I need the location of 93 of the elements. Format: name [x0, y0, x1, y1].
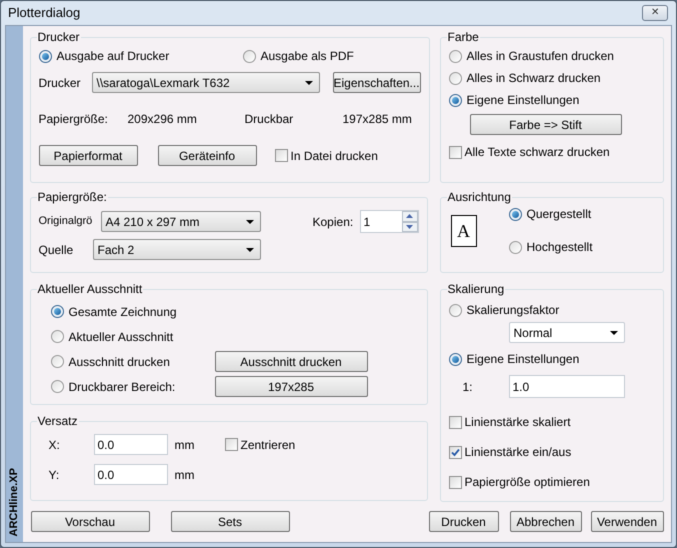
caret-icon — [304, 80, 312, 84]
radio-button[interactable] — [448, 72, 462, 84]
dropdown-value: \\saratoga\Lexmark T632 — [96, 74, 231, 92]
group-title: Drucker — [36, 29, 81, 46]
push-button[interactable]: 197x285 — [214, 376, 368, 397]
radio-button[interactable] — [50, 355, 64, 368]
checkbox-label: Linienstärke ein/aus — [464, 444, 572, 461]
radio-label: Ausgabe als PDF — [260, 48, 354, 65]
push-button[interactable]: Geräteinfo — [158, 145, 256, 166]
push-button[interactable]: Ausschnitt drucken — [214, 351, 368, 372]
push-button[interactable]: Eigenschaften... — [332, 72, 420, 93]
label: X: — [48, 436, 61, 454]
check-icon — [450, 448, 460, 456]
close-button[interactable]: ✕ — [642, 5, 668, 21]
radio-label: Aktueller Ausschnitt — [68, 328, 174, 346]
radio-label: Eigene Einstellungen — [466, 351, 580, 368]
label: 1: — [462, 378, 474, 396]
checkbox-label: Papiergröße optimieren — [464, 474, 590, 491]
dropdown[interactable]: Normal — [508, 322, 624, 343]
radio-label: Alles in Graustufen drucken — [466, 48, 614, 65]
number-spinner[interactable]: 1 — [360, 210, 418, 233]
checkbox-label: Alle Texte schwarz drucken — [464, 144, 610, 161]
radio-button[interactable] — [508, 240, 522, 254]
dropdown-value: Normal — [514, 324, 554, 342]
dropdown[interactable]: \\saratoga\Lexmark T632 — [92, 72, 320, 93]
spin-down-icon[interactable] — [402, 222, 418, 232]
radio-button[interactable] — [242, 50, 256, 62]
radio-label: Gesamte Zeichnung — [68, 304, 177, 320]
push-button[interactable]: Drucken — [428, 511, 498, 532]
label: Druckbar — [244, 111, 294, 128]
checkbox[interactable] — [448, 476, 462, 488]
radio-button[interactable] — [508, 208, 522, 220]
input-field[interactable]: 1.0 — [508, 375, 624, 398]
radio-label: Ausgabe auf Drucker — [56, 48, 170, 65]
label: 209x296 mm — [128, 111, 198, 128]
label: Papiergröße: — [38, 111, 109, 128]
group-title: Versatz — [36, 413, 79, 430]
push-button[interactable]: Sets — [170, 511, 290, 532]
caret-icon — [610, 330, 618, 334]
checkbox[interactable] — [224, 438, 238, 451]
radio-button[interactable] — [38, 50, 52, 62]
checkbox-label: In Datei drucken — [290, 148, 378, 164]
checkbox[interactable] — [448, 146, 462, 158]
label: mm — [174, 466, 196, 484]
radio-label: Eigene Einstellungen — [466, 92, 580, 109]
checkbox[interactable] — [448, 416, 462, 428]
window-title: Plotterdialog — [8, 4, 80, 22]
checkbox-label: Linienstärke skaliert — [464, 414, 571, 431]
push-button[interactable]: Verwenden — [590, 511, 664, 532]
label: Originalgrö — [38, 214, 94, 230]
radio-button[interactable] — [50, 330, 64, 343]
radio-label: Hochgestellt — [526, 239, 593, 256]
dropdown-value: A4 210 x 297 mm — [106, 214, 201, 230]
radio-button[interactable] — [50, 380, 64, 393]
checkbox-label: Zentrieren — [240, 436, 296, 454]
group-title: Ausrichtung — [446, 189, 512, 206]
radio-label: Ausschnitt drucken — [68, 354, 170, 370]
radio-button[interactable] — [448, 304, 462, 316]
caret-icon — [246, 248, 254, 252]
label: mm — [174, 436, 196, 454]
dropdown[interactable]: A4 210 x 297 mm — [100, 211, 260, 232]
dropdown-value: Fach 2 — [98, 242, 136, 258]
push-button[interactable]: Vorschau — [30, 511, 150, 532]
label: Quelle — [38, 242, 74, 258]
caret-icon — [246, 220, 254, 224]
radio-button[interactable] — [448, 352, 462, 366]
push-button[interactable]: Papierformat — [38, 145, 138, 166]
banner-text: ARCHline.XP — [7, 468, 21, 536]
input-field[interactable]: 0.0 — [94, 434, 168, 455]
group-title: Farbe — [446, 29, 480, 46]
label: Y: — [48, 466, 60, 484]
radio-label: Alles in Schwarz drucken — [466, 70, 601, 87]
label: Kopien: — [312, 214, 354, 230]
input-field[interactable]: 0.0 — [94, 464, 168, 485]
radio-button[interactable] — [50, 305, 64, 318]
radio-label: Skalierungsfaktor — [466, 302, 560, 319]
checkbox[interactable] — [448, 446, 462, 458]
spinner-value: 1 — [364, 214, 372, 230]
group-title: Skalierung — [446, 281, 506, 298]
spin-up-icon[interactable] — [402, 211, 418, 222]
radio-button[interactable] — [448, 94, 462, 106]
page-letter: A — [457, 220, 470, 240]
dropdown[interactable]: Fach 2 — [92, 239, 260, 260]
label: 197x285 mm — [342, 111, 412, 128]
radio-label: Quergestellt — [526, 206, 592, 223]
label: Drucker — [38, 74, 82, 92]
radio-button[interactable] — [448, 50, 462, 62]
push-button[interactable]: Farbe => Stift — [470, 114, 622, 135]
push-button[interactable]: Abbrechen — [510, 511, 582, 532]
radio-label: Druckbarer Bereich: — [68, 378, 176, 396]
group-title: Aktueller Ausschnitt — [36, 281, 144, 298]
checkbox[interactable] — [274, 149, 288, 162]
group-title: Papiergröße: — [36, 189, 108, 206]
